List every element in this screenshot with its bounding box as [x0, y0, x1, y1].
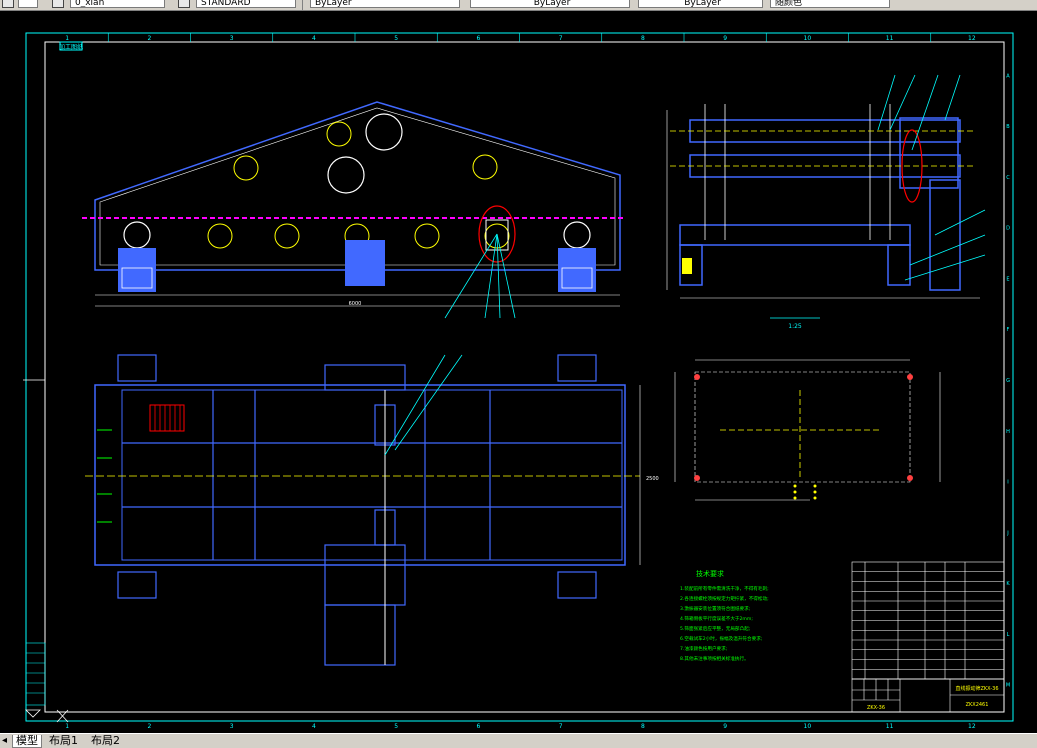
- tech-req-line: 2.各连接螺栓须按规定力矩拧紧，不得松动;: [680, 595, 769, 602]
- grid-col-label: 3: [230, 723, 234, 730]
- width-dimension: 2500: [646, 476, 659, 482]
- grid-col-label: 2: [147, 723, 151, 730]
- grid-row-label: J: [1006, 530, 1008, 536]
- grid-col-label: 9: [723, 723, 727, 730]
- grid-col-label: 9: [723, 35, 727, 42]
- tech-req-list: 1.装配前所有零件需清洗干净，不得有毛刺; 2.各连接螺栓须按规定力矩拧紧，不得松…: [680, 585, 769, 662]
- linetype-control-dropdown[interactable]: ByLayer: [470, 0, 630, 8]
- grid-row-label: D: [1006, 226, 1010, 232]
- detail-scale-label: 1:25: [788, 323, 802, 330]
- foundation-plan: [674, 359, 941, 501]
- tab-layout1[interactable]: 布局1: [46, 735, 81, 747]
- tech-req-line: 7.油漆颜色按用户要求;: [680, 645, 728, 652]
- tech-req-line: 3.激振器安装位置须符合图纸要求;: [680, 605, 751, 612]
- layer-state-icon[interactable]: [2, 0, 14, 8]
- tech-req-line: 6.空载试车2小时，振幅及温升符合要求;: [680, 635, 763, 642]
- drawing-canvas[interactable]: 112233445566778899101011111212 ABCDEFGHI…: [0, 10, 1037, 733]
- grid-row-label: G: [1006, 378, 1010, 384]
- drawing-number: ZKX-36: [867, 705, 885, 711]
- grid-col-label: 4: [312, 723, 316, 730]
- grid-col-label: 6: [476, 723, 480, 730]
- grid-col-label: 11: [886, 35, 894, 42]
- grid-row-labels: A B C D E F G H I J K L M: [1006, 73, 1011, 688]
- grid-col-label: 11: [886, 723, 894, 730]
- layer-icon[interactable]: [18, 0, 38, 8]
- bom-table: [851, 561, 1005, 680]
- title-tag: 加工图纸: [59, 43, 83, 51]
- text-style-icon[interactable]: [178, 0, 190, 8]
- plotstyle-control-dropdown[interactable]: 随颜色: [770, 0, 890, 8]
- layout-tab-bar: ◂ 模型 布局1 布局2: [0, 733, 1037, 748]
- grid-row-label: A: [1006, 73, 1010, 79]
- grid-col-label: 7: [559, 723, 563, 730]
- revision-column: [25, 642, 46, 706]
- lineweight-control-dropdown[interactable]: ByLayer: [638, 0, 763, 8]
- color-control-dropdown[interactable]: ByLayer: [310, 0, 460, 8]
- grid-row-label: C: [1006, 175, 1010, 181]
- grid-row-label: I: [1007, 480, 1008, 486]
- make-current-layer-icon[interactable]: [52, 0, 64, 8]
- grid-col-label: 7: [559, 35, 563, 42]
- grid-col-label: 8: [641, 35, 645, 42]
- grid-col-label: 2: [147, 35, 151, 42]
- grid-col-label: 5: [394, 35, 398, 42]
- tech-req-line: 1.装配前所有零件需清洗干净，不得有毛刺;: [680, 585, 769, 592]
- grid-col-label: 5: [394, 723, 398, 730]
- side-view: [666, 74, 986, 299]
- text-style-dropdown[interactable]: STANDARD: [196, 0, 296, 8]
- tech-req-title: 技术要求: [696, 569, 724, 578]
- tab-scroll-left-icon[interactable]: ◂: [2, 735, 7, 747]
- top-view: 2500: [85, 354, 659, 666]
- grid-col-label: 12: [968, 35, 976, 42]
- front-view: 6000: [82, 101, 625, 319]
- grid-col-label: 12: [968, 723, 976, 730]
- tech-req-line: 8.其他未注事项按相关标准执行。: [680, 655, 749, 662]
- tech-req-line: 5.筛面张紧后应平整，无局部凸起;: [680, 625, 751, 632]
- grid-row-label: E: [1006, 276, 1009, 282]
- grid-col-label: 10: [804, 35, 812, 42]
- grid-col-label: 8: [641, 723, 645, 730]
- grid-col-label: 4: [312, 35, 316, 42]
- grid-row-label: L: [1007, 632, 1010, 638]
- toolbar-separator: [302, 0, 303, 10]
- tab-layout2[interactable]: 布局2: [88, 735, 123, 747]
- grid-row-label: F: [1007, 327, 1010, 333]
- grid-row-label: K: [1006, 581, 1010, 587]
- tech-req-line: 4.筛箱侧板平行度误差不大于2mm;: [680, 615, 753, 622]
- grid-col-label: 3: [230, 35, 234, 42]
- grid-col-label: 1: [65, 723, 69, 730]
- grid-row-label: B: [1006, 124, 1010, 130]
- grid-col-label: 1: [65, 35, 69, 42]
- total-length-dimension: 6000: [349, 301, 362, 307]
- title-block-name: 直线振动筛ZKX-36: [955, 685, 998, 692]
- tab-model[interactable]: 模型: [12, 735, 42, 748]
- grid-col-label: 10: [804, 723, 812, 730]
- grid-column-labels: 112233445566778899101011111212: [65, 33, 976, 730]
- layer-dropdown[interactable]: 0_xian: [70, 0, 165, 8]
- grid-row-label: M: [1006, 683, 1010, 689]
- grid-row-label: H: [1006, 429, 1010, 435]
- title-block-sub: ZKX2461: [966, 702, 989, 708]
- grid-col-label: 6: [476, 35, 480, 42]
